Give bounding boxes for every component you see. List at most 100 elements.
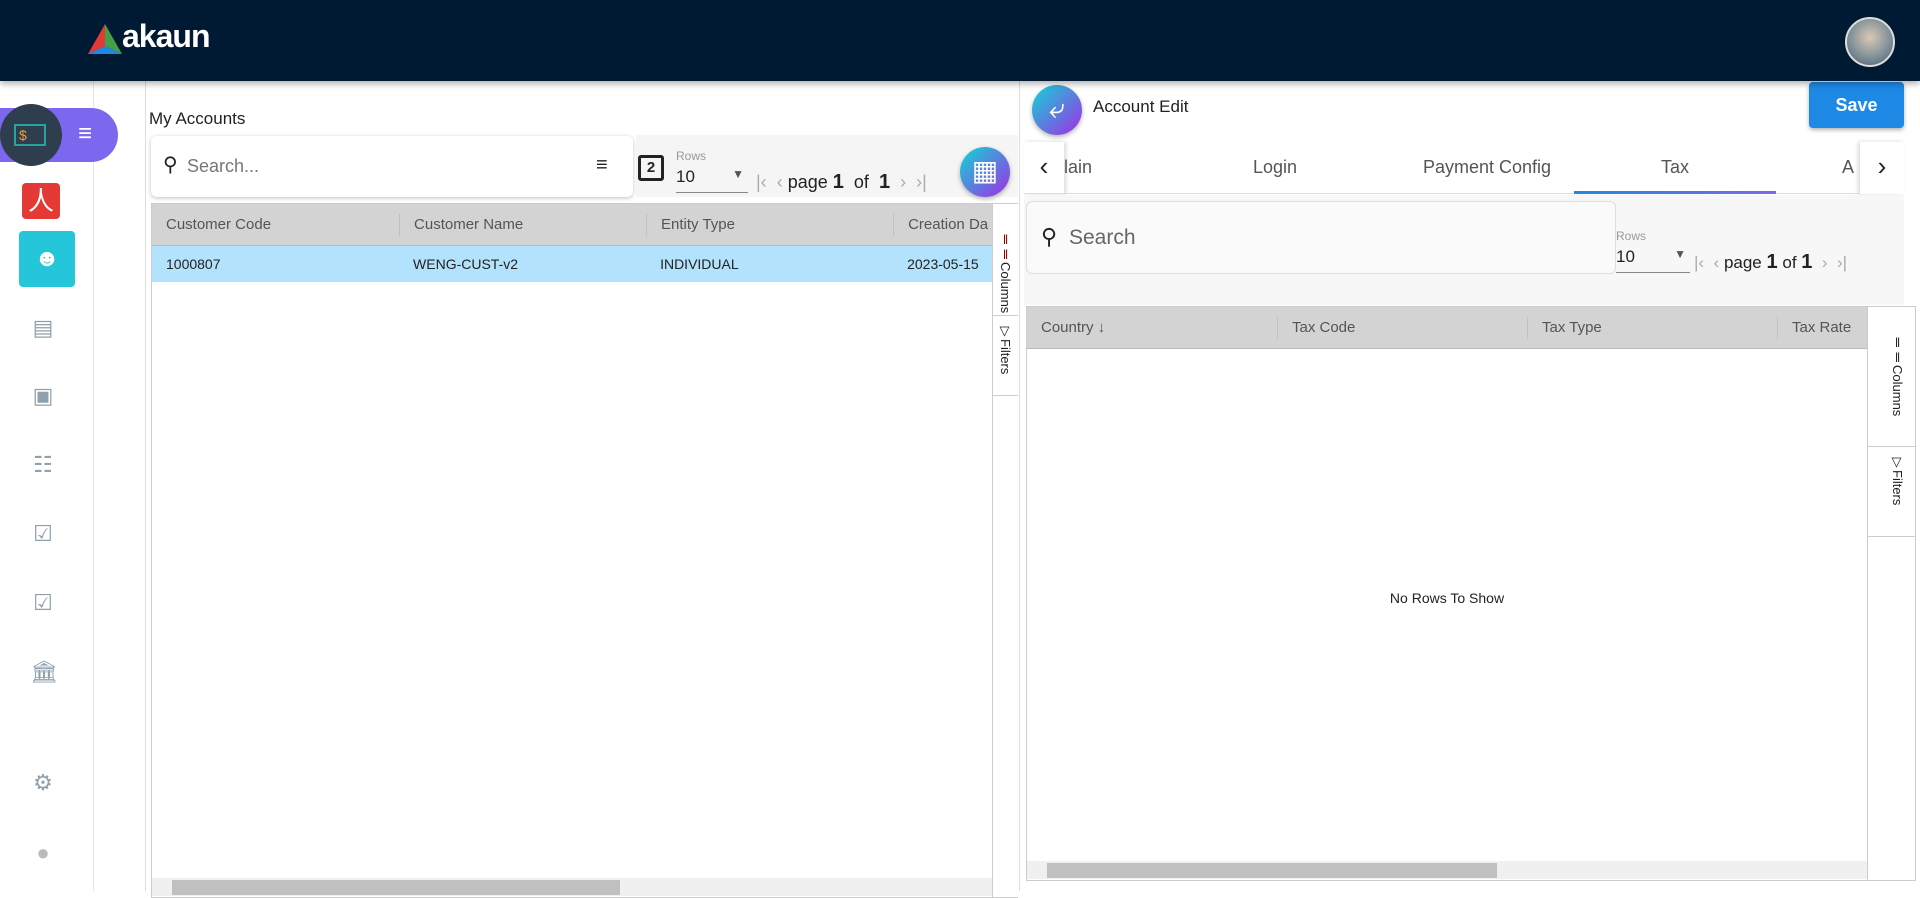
rows-label: Rows bbox=[676, 149, 707, 163]
horizontal-scrollbar[interactable] bbox=[1027, 861, 1867, 879]
tab-scroll-right-icon[interactable]: › bbox=[1860, 142, 1904, 194]
tax-search-input[interactable]: Search bbox=[1069, 226, 1136, 250]
scrollbar-thumb[interactable] bbox=[1047, 863, 1497, 878]
funnel-icon: ▽ bbox=[1890, 455, 1905, 470]
grid-header: Customer Code Customer Name Entity Type … bbox=[152, 204, 992, 246]
table-row[interactable]: 1000807 WENG-CUST-v2 INDIVIDUAL 2023-05-… bbox=[152, 246, 992, 282]
crm-app-icon[interactable]: 人 bbox=[22, 183, 60, 219]
columns-icon: ‖‖ bbox=[998, 232, 1013, 262]
rows-select[interactable]: 10 ▼ bbox=[676, 167, 748, 193]
accounts-icon[interactable]: ☻ bbox=[19, 231, 75, 287]
task-check-icon-2[interactable]: ☑ bbox=[30, 590, 56, 616]
col-creation-date[interactable]: Creation Da bbox=[893, 213, 992, 236]
grid-view-button[interactable]: ▦ bbox=[960, 147, 1010, 197]
total-pages: 1 bbox=[878, 171, 891, 193]
save-button[interactable]: Save bbox=[1809, 82, 1904, 128]
search-icon: ⚲ bbox=[163, 154, 178, 176]
accounts-list-panel: My Accounts ⚲ Search... ≡ 2 Rows 10 ▼ |‹ … bbox=[145, 81, 1018, 898]
funnel-icon: ▽ bbox=[998, 324, 1013, 339]
cell-customer-code: 1000807 bbox=[166, 256, 221, 272]
first-page-icon[interactable]: |‹ bbox=[756, 172, 767, 192]
rows-value: 10 bbox=[1616, 247, 1635, 266]
prev-page-icon[interactable]: ‹ bbox=[1709, 253, 1720, 272]
tab-more[interactable]: A bbox=[1842, 157, 1854, 178]
akaun-logo-icon bbox=[88, 24, 122, 54]
settings-gear-icon[interactable]: ⚙ bbox=[30, 770, 56, 796]
tab-bar: ‹ lain Login Payment Config Tax A › bbox=[1024, 142, 1904, 194]
user-avatar[interactable] bbox=[1845, 17, 1895, 67]
pager: |‹ ‹ page 1 of 1 › ›| bbox=[1694, 251, 1847, 274]
tab-login[interactable]: Login bbox=[1253, 157, 1297, 178]
page-word: page bbox=[787, 172, 828, 192]
dropdown-caret-icon: ▼ bbox=[732, 167, 744, 181]
columns-label: Columns bbox=[1890, 365, 1905, 417]
dropdown-caret-icon: ▼ bbox=[1674, 247, 1686, 261]
next-page-icon[interactable]: › bbox=[895, 172, 906, 192]
col-entity-type[interactable]: Entity Type bbox=[646, 213, 893, 236]
col-tax-code[interactable]: Tax Code bbox=[1277, 316, 1527, 339]
logo-text[interactable]: akaun bbox=[122, 18, 210, 55]
last-page-icon[interactable]: ›| bbox=[1832, 253, 1847, 272]
back-button[interactable]: ⤶ bbox=[1032, 85, 1082, 135]
search-input[interactable]: Search... bbox=[187, 156, 259, 177]
total-pages: 1 bbox=[1801, 251, 1813, 273]
current-page: 1 bbox=[832, 171, 844, 193]
active-tab-indicator bbox=[1574, 191, 1776, 194]
col-customer-code[interactable]: Customer Code bbox=[152, 214, 399, 236]
col-tax-rate[interactable]: Tax Rate bbox=[1777, 316, 1867, 339]
filters-tab[interactable]: ▽ Filters bbox=[1868, 447, 1915, 537]
filter-icon[interactable]: ≡ bbox=[596, 154, 608, 177]
filters-label: Filters bbox=[1890, 470, 1905, 506]
account-edit-panel: ⤶ Account Edit Save ‹ lain Login Payment… bbox=[1019, 81, 1920, 891]
sort-down-arrow-icon: ↓ bbox=[1097, 318, 1106, 336]
rows-value: 10 bbox=[676, 167, 695, 186]
first-page-icon[interactable]: |‹ bbox=[1694, 253, 1704, 272]
card-icon[interactable]: ▤ bbox=[30, 315, 56, 341]
horizontal-scrollbar[interactable] bbox=[152, 878, 992, 896]
scrollbar-thumb[interactable] bbox=[172, 880, 620, 895]
app-icon-button[interactable]: $ bbox=[0, 104, 62, 166]
filters-label: Filters bbox=[998, 339, 1013, 375]
of-word: of bbox=[1782, 253, 1797, 272]
page-title: My Accounts bbox=[149, 109, 246, 128]
cell-customer-name: WENG-CUST-v2 bbox=[413, 256, 519, 272]
profile-icon[interactable]: ● bbox=[30, 840, 56, 866]
columns-icon: ‖‖ bbox=[1890, 335, 1905, 365]
pager: |‹ ‹ page 1 of 1 › ›| bbox=[756, 171, 927, 194]
menu-toggle-icon[interactable]: ≡ bbox=[78, 120, 92, 148]
bank-icon[interactable]: 🏛 bbox=[30, 659, 58, 685]
page-count-icon[interactable]: 2 bbox=[638, 155, 664, 181]
task-check-icon[interactable]: ☑ bbox=[30, 521, 56, 547]
columns-tab[interactable]: ‖‖ Columns bbox=[993, 224, 1018, 316]
filters-tab[interactable]: ▽ Filters bbox=[993, 316, 1018, 396]
prev-page-icon[interactable]: ‹ bbox=[772, 172, 783, 192]
tab-scroll-left-icon[interactable]: ‹ bbox=[1024, 142, 1064, 194]
panel-title: Account Edit bbox=[1093, 97, 1189, 116]
empty-message: No Rows To Show bbox=[1389, 590, 1505, 606]
cell-entity-type: INDIVIDUAL bbox=[660, 256, 739, 272]
col-customer-name[interactable]: Customer Name bbox=[399, 213, 646, 236]
col-country-label: Country bbox=[1041, 318, 1094, 336]
tab-tax[interactable]: Tax bbox=[1574, 157, 1776, 178]
rows-select[interactable]: 10 ▼ bbox=[1616, 247, 1690, 273]
tab-main[interactable]: lain bbox=[1064, 157, 1092, 178]
grid-header: Country ↓ Tax Code Tax Type Tax Rate bbox=[1027, 307, 1867, 349]
tab-payment-config[interactable]: Payment Config bbox=[1423, 157, 1551, 178]
page-word: page bbox=[1723, 253, 1762, 272]
search-icon: ⚲ bbox=[1041, 224, 1058, 249]
col-tax-type[interactable]: Tax Type bbox=[1527, 316, 1777, 339]
col-country[interactable]: Country ↓ bbox=[1027, 317, 1277, 339]
grid-body: Customer Code Customer Name Entity Type … bbox=[152, 204, 992, 878]
receipt-icon[interactable]: ☷ bbox=[30, 452, 56, 478]
columns-label: Columns bbox=[998, 262, 1013, 314]
accounts-search-box[interactable]: ⚲ Search... ≡ bbox=[151, 136, 633, 197]
tax-search-box[interactable]: ⚲ Search bbox=[1026, 201, 1616, 274]
top-bar: akaun bbox=[0, 0, 1920, 81]
last-page-icon[interactable]: ›| bbox=[911, 172, 927, 192]
next-page-icon[interactable]: › bbox=[1817, 253, 1828, 272]
payment-icon[interactable]: ▣ bbox=[30, 383, 56, 409]
current-page: 1 bbox=[1766, 251, 1778, 273]
columns-tab[interactable]: ‖‖ Columns bbox=[1868, 327, 1915, 447]
tax-grid: Country ↓ Tax Code Tax Type Tax Rate No … bbox=[1026, 306, 1916, 881]
cell-creation-date: 2023-05-15 bbox=[907, 256, 979, 272]
